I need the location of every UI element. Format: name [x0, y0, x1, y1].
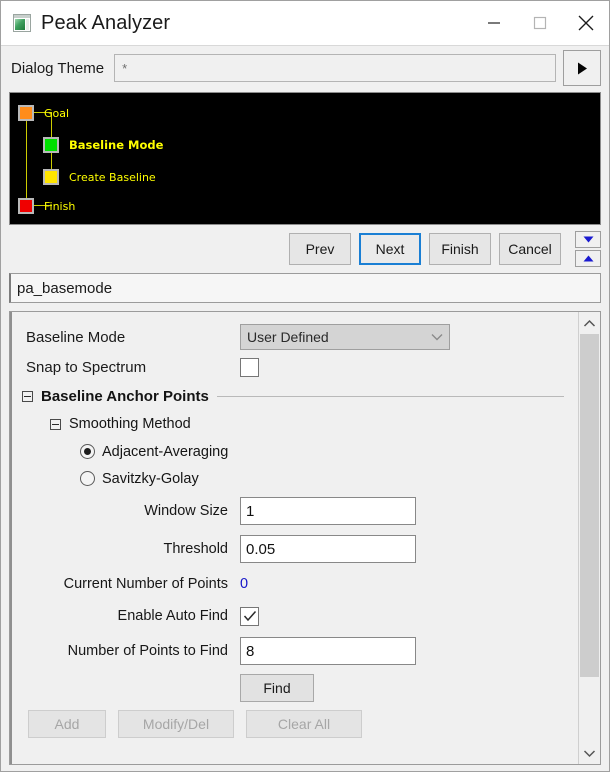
dialog-theme-label: Dialog Theme [11, 59, 105, 77]
modify-del-button[interactable]: Modify/Del [118, 710, 234, 738]
current-points-value: 0 [240, 576, 249, 592]
enable-auto-find-checkbox[interactable] [240, 606, 259, 626]
panel-spinner [575, 231, 601, 267]
points-to-find-row: Number of Points to Find 8 [12, 632, 578, 670]
prev-button[interactable]: Prev [289, 233, 351, 265]
spin-up-button[interactable] [575, 250, 601, 267]
enable-auto-find-row: Enable Auto Find [12, 600, 578, 632]
add-button[interactable]: Add [28, 710, 106, 738]
wizard-nav-row: Prev Next Finish Cancel [1, 225, 609, 273]
tree-node-create-baseline-label: Create Baseline [69, 170, 156, 184]
tree-node-baseline-mode-swatch [43, 137, 59, 153]
points-to-find-label: Number of Points to Find [67, 643, 228, 659]
close-button[interactable] [563, 1, 609, 45]
peak-analyzer-window: Peak Analyzer Dialog Theme * Goal Baseli… [0, 0, 610, 772]
radio-savitzky-golay-control[interactable] [80, 471, 95, 486]
scroll-down-button[interactable] [579, 742, 600, 764]
close-icon [578, 15, 594, 31]
maximize-icon [533, 16, 547, 30]
threshold-input[interactable]: 0.05 [240, 535, 416, 563]
find-button[interactable]: Find [240, 674, 314, 702]
tree-node-goal-swatch [18, 105, 34, 121]
baseline-mode-label: Baseline Mode [26, 328, 126, 346]
scroll-up-button[interactable] [579, 312, 600, 334]
radio-adjacent-averaging-label: Adjacent-Averaging [102, 443, 229, 460]
tree-connector-trunk [26, 121, 27, 205]
chevron-down-icon [431, 334, 443, 341]
finish-button[interactable]: Finish [429, 233, 491, 265]
window-title: Peak Analyzer [41, 11, 171, 34]
next-button[interactable]: Next [359, 233, 421, 265]
dialog-theme-row: Dialog Theme * [1, 46, 609, 90]
settings-scrollbar[interactable] [578, 312, 600, 764]
current-points-label: Current Number of Points [63, 576, 228, 592]
tree-node-goal[interactable]: Goal [18, 104, 69, 122]
cancel-button[interactable]: Cancel [499, 233, 561, 265]
settings-panel: Baseline Mode User Defined Snap to Spect… [9, 311, 601, 765]
collapse-minus-icon[interactable] [22, 390, 33, 402]
baseline-mode-select[interactable]: User Defined [240, 324, 450, 350]
scrollbar-thumb[interactable] [580, 334, 599, 677]
tree-node-goal-label: Goal [44, 106, 70, 120]
maximize-button[interactable] [517, 1, 563, 45]
threshold-row: Threshold 0.05 [12, 530, 578, 568]
tree-node-baseline-mode-label: Baseline Mode [69, 138, 164, 152]
radio-savitzky-golay-label: Savitzky-Golay [102, 470, 199, 487]
baseline-anchor-points-group[interactable]: Baseline Anchor Points [12, 382, 578, 410]
dialog-theme-input[interactable]: * [114, 54, 556, 82]
anchor-actions-row: Add Modify/Del Clear All [12, 706, 578, 742]
snap-to-spectrum-label: Snap to Spectrum [26, 358, 147, 376]
radio-selected-dot [84, 448, 91, 455]
tree-node-finish[interactable]: Finish [18, 197, 75, 215]
enable-auto-find-label: Enable Auto Find [117, 608, 228, 624]
window-size-row: Window Size 1 [12, 492, 578, 530]
tree-node-baseline-mode[interactable]: Baseline Mode [43, 136, 163, 154]
tree-node-create-baseline-swatch [43, 169, 59, 185]
play-triangle-icon [577, 62, 587, 74]
title-bar: Peak Analyzer [1, 1, 609, 46]
settings-form: Baseline Mode User Defined Snap to Spect… [10, 312, 578, 764]
group-divider [216, 395, 564, 397]
chevron-up-icon [583, 319, 596, 327]
triangle-down-icon [583, 236, 593, 243]
collapse-minus-icon[interactable] [50, 418, 61, 430]
threshold-label: Threshold [163, 541, 228, 557]
radio-adjacent-averaging-control[interactable] [80, 444, 95, 459]
baseline-mode-row: Baseline Mode User Defined [12, 322, 578, 352]
dialog-name-field[interactable]: pa_basemode [9, 273, 601, 303]
snap-to-spectrum-checkbox[interactable] [240, 357, 259, 377]
smoothing-method-group[interactable]: Smoothing Method [12, 410, 578, 438]
find-row: Find [12, 670, 578, 706]
baseline-anchor-points-title: Baseline Anchor Points [41, 387, 209, 405]
window-size-input[interactable]: 1 [240, 497, 416, 525]
checkmark-icon [243, 611, 256, 622]
wizard-tree-panel: Goal Baseline Mode Create Baseline Finis… [9, 92, 601, 225]
baseline-mode-value: User Defined [247, 329, 329, 345]
snap-to-spectrum-row: Snap to Spectrum [12, 352, 578, 382]
wizard-tree: Goal Baseline Mode Create Baseline Finis… [18, 99, 600, 224]
radio-adjacent-averaging[interactable]: Adjacent-Averaging [12, 438, 578, 465]
smoothing-method-title: Smoothing Method [69, 416, 191, 432]
triangle-up-icon [583, 255, 593, 262]
tree-node-finish-swatch [18, 198, 34, 214]
theme-expand-button[interactable] [563, 50, 601, 86]
points-to-find-input[interactable]: 8 [240, 637, 416, 665]
spin-down-button[interactable] [575, 231, 601, 248]
radio-savitzky-golay[interactable]: Savitzky-Golay [12, 465, 578, 492]
tree-node-finish-label: Finish [44, 199, 76, 213]
chevron-down-icon [583, 749, 596, 757]
chart-window-icon [13, 14, 31, 32]
tree-node-create-baseline[interactable]: Create Baseline [43, 168, 156, 186]
minimize-button[interactable] [471, 1, 517, 45]
minimize-icon [488, 22, 500, 24]
scrollbar-track[interactable] [579, 334, 600, 742]
window-size-label: Window Size [144, 503, 228, 519]
current-points-row: Current Number of Points 0 [12, 568, 578, 600]
clear-all-button[interactable]: Clear All [246, 710, 362, 738]
